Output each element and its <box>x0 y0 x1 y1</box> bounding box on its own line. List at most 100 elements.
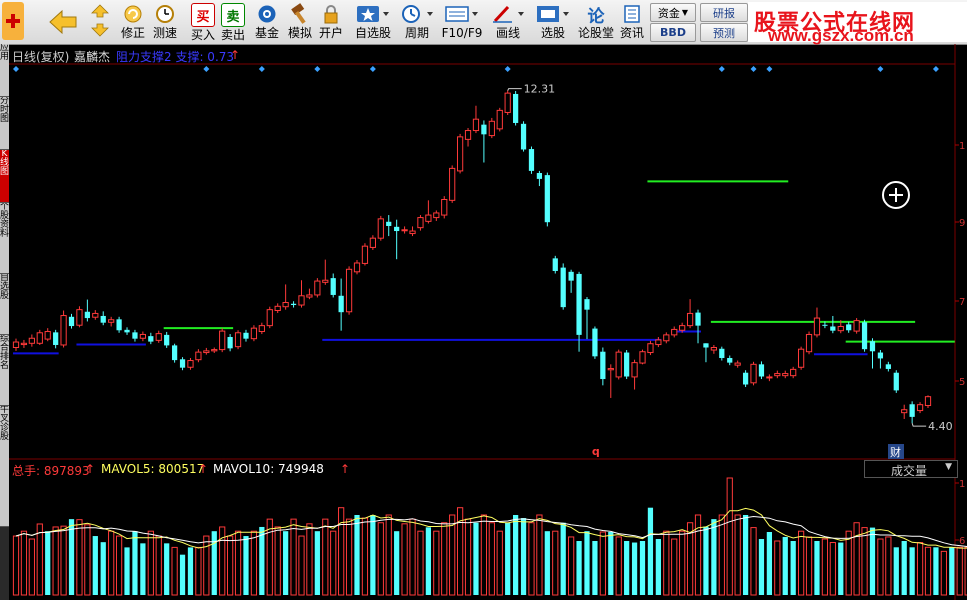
candle-body <box>481 124 487 135</box>
candle <box>425 200 432 224</box>
candle-body <box>417 217 424 229</box>
candle-body <box>155 333 162 341</box>
candle <box>552 255 558 274</box>
candle <box>830 315 836 334</box>
candle-body <box>164 334 170 346</box>
signal-diamond-icon <box>932 66 939 72</box>
candle-body <box>916 404 924 412</box>
indicator-dropdown-value: 成交量 <box>891 464 928 478</box>
volume-bar <box>195 546 202 596</box>
candle-body <box>909 404 915 417</box>
candle <box>797 346 805 370</box>
candle-body <box>456 136 464 172</box>
candle <box>195 349 202 363</box>
volume-bar <box>147 530 154 596</box>
volume-bar <box>441 522 448 596</box>
volume-bar <box>924 546 932 596</box>
candle-body <box>727 358 733 363</box>
volume-bar <box>647 507 654 595</box>
candle <box>28 334 35 347</box>
candle <box>433 210 440 221</box>
candle-body <box>258 325 265 333</box>
volume-bar <box>36 523 43 596</box>
candle-body <box>695 312 701 326</box>
candle <box>108 316 115 327</box>
volume-bar <box>60 525 67 596</box>
candle-body <box>536 173 543 179</box>
candle <box>536 170 543 187</box>
volume-bar <box>425 527 431 595</box>
volume-bar <box>536 514 543 596</box>
candle-body <box>203 350 210 354</box>
candle-body <box>686 312 694 327</box>
volume-bar <box>480 514 488 596</box>
volume-bar <box>68 519 75 595</box>
indicator-dropdown[interactable]: 成交量 ▼ <box>864 460 958 478</box>
candle <box>560 263 566 310</box>
candle-body <box>187 360 194 368</box>
signal-diamond-icon <box>766 66 773 72</box>
candle-body <box>719 348 725 359</box>
volume-bar <box>544 531 550 595</box>
candle <box>12 338 20 351</box>
candle <box>234 330 242 350</box>
candle <box>266 306 273 329</box>
volume-bar <box>28 538 35 596</box>
candle <box>520 121 527 152</box>
candle-body <box>576 273 582 335</box>
candle <box>528 146 535 174</box>
candle-body <box>20 342 28 346</box>
volume-bar <box>631 542 638 595</box>
volume-bar <box>885 536 892 596</box>
volume-bar <box>821 538 829 596</box>
volume-bar <box>266 518 273 596</box>
volume-bar <box>259 526 265 595</box>
candle-body <box>433 212 440 219</box>
volume-bar <box>742 514 749 595</box>
candle <box>179 357 186 371</box>
kline-chart[interactable]: 12.31 4.40 q 财 1 9 7 5 1 6 <box>0 0 967 600</box>
volume-bar <box>592 541 598 595</box>
volume-bar <box>132 531 138 595</box>
candle <box>592 326 598 359</box>
volume-bar <box>639 541 646 595</box>
low-pointer <box>911 423 927 427</box>
volume-bar <box>92 536 98 595</box>
candle <box>766 374 773 382</box>
candle <box>624 350 630 380</box>
candle <box>417 215 424 231</box>
volume-bar <box>734 514 741 596</box>
volume-bar <box>671 538 678 596</box>
volume-bar <box>338 507 345 596</box>
candle-body <box>615 351 622 378</box>
candle-body <box>401 229 408 232</box>
volume-bar <box>584 531 590 595</box>
candle <box>790 366 797 379</box>
candle-body <box>528 149 535 171</box>
signal-diamond-icon <box>504 66 511 72</box>
volume-bar <box>164 543 170 595</box>
volume-bar <box>750 527 757 596</box>
candle <box>472 105 480 134</box>
volume-bar <box>20 530 28 596</box>
candle-body <box>108 319 115 323</box>
candle <box>647 340 654 356</box>
candle-body <box>195 351 202 361</box>
volume-bar <box>703 526 709 595</box>
volume-bar <box>345 518 353 596</box>
candle-body <box>338 295 344 313</box>
volume-bar <box>916 542 924 596</box>
volume-bar <box>956 546 963 596</box>
volume-bar <box>433 530 440 596</box>
crosshair-cursor-icon[interactable] <box>882 181 910 209</box>
volume-bar <box>115 535 123 596</box>
candle <box>243 329 249 342</box>
candle-body <box>893 372 899 391</box>
candle <box>258 322 265 335</box>
signal-markers <box>13 66 939 72</box>
candle-body <box>243 332 249 339</box>
volume-bar <box>385 514 392 596</box>
candle-body <box>116 319 122 331</box>
candle-body <box>377 218 384 239</box>
volume-bar <box>187 547 194 595</box>
